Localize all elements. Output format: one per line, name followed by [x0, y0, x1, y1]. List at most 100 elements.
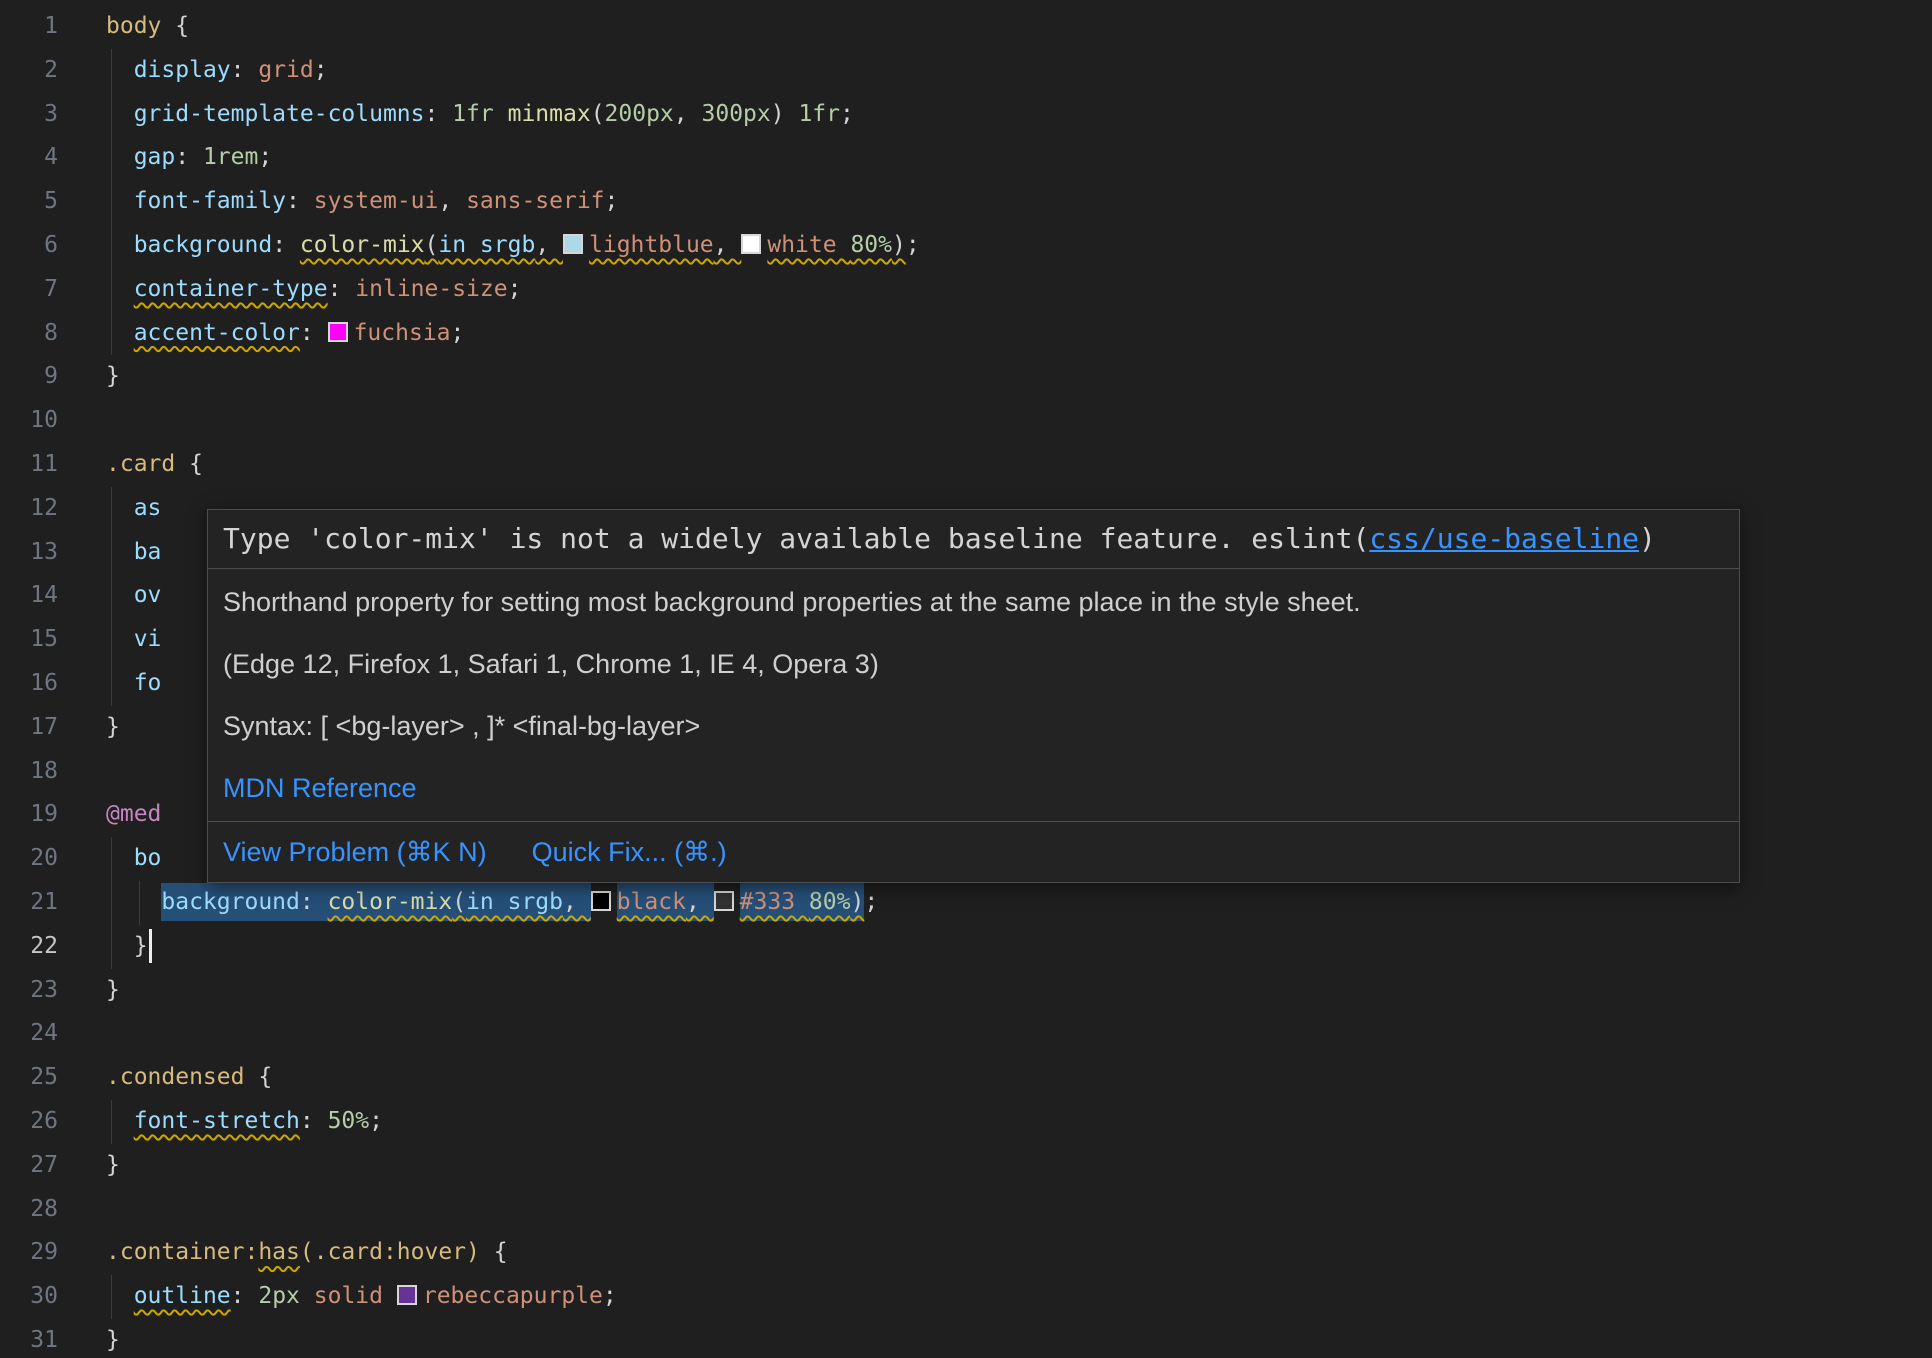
line-number[interactable]: 27	[0, 1144, 106, 1188]
line-number[interactable]: 4	[0, 136, 106, 180]
code-token	[383, 1283, 397, 1309]
code-content[interactable]: background: color-mix(in srgb, lightblue…	[106, 224, 1932, 268]
code-token: vi	[134, 626, 162, 652]
indent-guide	[111, 837, 112, 881]
line-number[interactable]: 13	[0, 531, 106, 575]
line-number[interactable]: 26	[0, 1100, 106, 1144]
code-content[interactable]: }	[106, 355, 1932, 399]
line-number[interactable]: 10	[0, 399, 106, 443]
code-content[interactable]	[106, 399, 1932, 443]
code-content[interactable]	[106, 1012, 1932, 1056]
color-swatch[interactable]	[591, 891, 611, 911]
indent-guide	[111, 49, 112, 93]
code-line: 25.condensed {	[0, 1056, 1932, 1100]
quick-fix-link[interactable]: Quick Fix... (⌘.)	[532, 835, 727, 869]
line-number[interactable]: 11	[0, 443, 106, 487]
code-content[interactable]: .condensed {	[106, 1056, 1932, 1100]
code-token: grid-template-columns	[134, 101, 425, 127]
line-number[interactable]: 19	[0, 793, 106, 837]
line-number[interactable]: 18	[0, 750, 106, 794]
code-content[interactable]: .card {	[106, 443, 1932, 487]
color-swatch[interactable]	[563, 234, 583, 254]
line-number[interactable]: 1	[0, 5, 106, 49]
code-token: container-type	[134, 276, 328, 302]
code-token: font-stretch	[134, 1108, 300, 1134]
code-content[interactable]	[106, 1188, 1932, 1232]
line-number[interactable]: 12	[0, 487, 106, 531]
indent-guide	[111, 925, 112, 969]
eslint-rule-link[interactable]: css/use-baseline	[1369, 522, 1639, 555]
code-content[interactable]: display: grid;	[106, 49, 1932, 93]
code-content[interactable]: font-family: system-ui, sans-serif;	[106, 180, 1932, 224]
code-token: .condensed	[106, 1064, 244, 1090]
code-token: sans-serif	[466, 188, 604, 214]
code-token: }	[106, 714, 120, 740]
line-number[interactable]: 28	[0, 1188, 106, 1232]
code-content[interactable]: grid-template-columns: 1fr minmax(200px,…	[106, 93, 1932, 137]
code-token: inline-size	[355, 276, 507, 302]
code-token	[300, 1283, 314, 1309]
code-line: 2 display: grid;	[0, 49, 1932, 93]
code-token: 80%	[809, 883, 851, 921]
code-content[interactable]: gap: 1rem;	[106, 136, 1932, 180]
color-swatch[interactable]	[397, 1285, 417, 1305]
code-content[interactable]: outline: 2px solid rebeccapurple;	[106, 1275, 1932, 1319]
line-number[interactable]: 14	[0, 574, 106, 618]
line-number[interactable]: 31	[0, 1319, 106, 1358]
line-number[interactable]: 8	[0, 312, 106, 356]
code-token: ,	[438, 188, 466, 214]
line-number[interactable]: 3	[0, 93, 106, 137]
line-number[interactable]: 23	[0, 969, 106, 1013]
code-content[interactable]: .container:has(.card:hover) {	[106, 1231, 1932, 1275]
color-swatch[interactable]	[714, 891, 734, 911]
code-content[interactable]: container-type: inline-size;	[106, 268, 1932, 312]
code-content[interactable]: }	[106, 969, 1932, 1013]
line-number[interactable]: 20	[0, 837, 106, 881]
syntax-line: Syntax: [ <bg-layer> , ]* <final-bg-laye…	[223, 709, 1724, 743]
code-content[interactable]: body {	[106, 5, 1932, 49]
code-token: ov	[134, 582, 162, 608]
line-number[interactable]: 2	[0, 49, 106, 93]
code-content[interactable]: font-stretch: 50%;	[106, 1100, 1932, 1144]
line-number[interactable]: 16	[0, 662, 106, 706]
line-number[interactable]: 21	[0, 881, 106, 925]
code-content[interactable]: accent-color: fuchsia;	[106, 312, 1932, 356]
code-content[interactable]: background: color-mix(in srgb, black, #3…	[106, 881, 1932, 925]
line-number[interactable]: 22	[0, 925, 106, 969]
mdn-reference-link[interactable]: MDN Reference	[223, 773, 417, 803]
code-token: }	[106, 363, 120, 389]
code-token: ,	[714, 232, 742, 258]
code-token: ba	[134, 539, 162, 565]
code-token: }	[106, 977, 120, 1003]
code-token: ;	[603, 1283, 617, 1309]
line-number[interactable]: 7	[0, 268, 106, 312]
color-swatch[interactable]	[328, 322, 348, 342]
line-number[interactable]: 9	[0, 355, 106, 399]
code-content[interactable]: }	[106, 925, 1932, 969]
color-swatch[interactable]	[741, 234, 761, 254]
code-token: :	[272, 232, 300, 258]
code-line: 7 container-type: inline-size;	[0, 268, 1932, 312]
indent-guide	[111, 180, 112, 224]
line-number[interactable]: 15	[0, 618, 106, 662]
line-number[interactable]: 5	[0, 180, 106, 224]
line-number[interactable]: 30	[0, 1275, 106, 1319]
browser-support: (Edge 12, Firefox 1, Safari 1, Chrome 1,…	[223, 647, 1724, 681]
code-token: {	[161, 13, 189, 39]
line-number[interactable]: 25	[0, 1056, 106, 1100]
code-token: accent-color	[134, 320, 300, 346]
code-token: 200px	[605, 101, 674, 127]
line-number[interactable]: 17	[0, 706, 106, 750]
line-number[interactable]: 24	[0, 1012, 106, 1056]
code-content[interactable]: }	[106, 1144, 1932, 1188]
code-token: @med	[106, 801, 161, 827]
code-content[interactable]: }	[106, 1319, 1932, 1358]
code-token: (	[452, 883, 466, 921]
code-token: ;	[840, 101, 854, 127]
view-problem-link[interactable]: View Problem (⌘K N)	[223, 835, 487, 869]
code-token: background	[161, 883, 299, 921]
code-token: fo	[134, 670, 162, 696]
code-line: 6 background: color-mix(in srgb, lightbl…	[0, 224, 1932, 268]
line-number[interactable]: 29	[0, 1231, 106, 1275]
line-number[interactable]: 6	[0, 224, 106, 268]
